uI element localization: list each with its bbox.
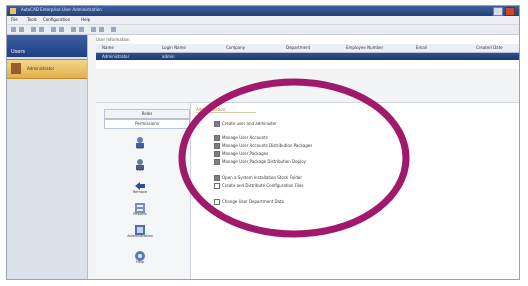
- tool-label: Administration: [127, 234, 153, 238]
- checkbox-box[interactable]: [214, 159, 220, 165]
- user-avatar-icon: [11, 63, 21, 74]
- user-grid: User Information Name Login Name Company…: [96, 35, 519, 69]
- toolbar-new-icon[interactable]: [31, 27, 36, 32]
- navigation-header: Users: [7, 35, 87, 57]
- checkbox-box[interactable]: [214, 143, 220, 149]
- permission-label: Change User Department Data: [222, 199, 285, 204]
- minimize-button[interactable]: [493, 7, 503, 16]
- navigation-pane: Users Administrator: [7, 35, 88, 279]
- menu-bar: File Tools Configuration Help: [7, 16, 519, 25]
- checkbox-box[interactable]: [214, 135, 220, 141]
- navigation-title: Users: [11, 49, 26, 55]
- title-divider: [196, 112, 256, 113]
- tab-roles[interactable]: Roles: [104, 109, 190, 119]
- close-button[interactable]: [505, 7, 515, 16]
- menu-configuration[interactable]: Configuration: [43, 17, 70, 22]
- checkbox-box[interactable]: [214, 121, 220, 127]
- tool-label: Edit: [136, 168, 144, 172]
- permission-label: Create and Distribute Configuration File…: [222, 183, 304, 188]
- administration-tool[interactable]: Administration: [127, 221, 153, 240]
- checkbox-box[interactable]: [214, 151, 220, 157]
- toolbar-find-icon[interactable]: [79, 27, 84, 32]
- table-cell: Administrator: [102, 54, 130, 59]
- grid-header: Name Login Name Company Department Emplo…: [96, 44, 519, 53]
- toolbar-refresh-icon[interactable]: [71, 27, 76, 32]
- tool-label: Help: [136, 260, 144, 264]
- tab-permissions-label: Permissions: [135, 121, 159, 126]
- edit-tool[interactable]: Edit: [134, 155, 146, 174]
- toolbar: [7, 25, 519, 35]
- table-cell: admin: [162, 54, 175, 59]
- toolbar-save-icon[interactable]: [51, 27, 56, 32]
- toolbar-open-icon[interactable]: [39, 27, 44, 32]
- help-tool[interactable]: Help: [134, 247, 146, 266]
- toolbar-options-icon[interactable]: [99, 27, 104, 32]
- permission-label: Create user and administer: [222, 121, 277, 126]
- screenshot: AutoCAD Enterprise User Administration F…: [0, 0, 528, 286]
- app-icon: [10, 8, 16, 14]
- grid-title: User Information: [96, 37, 130, 42]
- tool-label: Remove: [132, 190, 148, 194]
- column-header[interactable]: Name: [102, 45, 114, 50]
- tool-label: Add: [136, 146, 144, 150]
- column-header[interactable]: Login Name: [162, 45, 186, 50]
- menu-file[interactable]: File: [11, 17, 18, 22]
- tool-label: Reports: [133, 212, 147, 216]
- column-header[interactable]: Email: [416, 45, 427, 50]
- add-tool[interactable]: Add: [134, 133, 146, 152]
- checkbox-box[interactable]: [214, 183, 220, 189]
- selected-user-item[interactable]: Administrator: [7, 59, 87, 79]
- menu-help[interactable]: Help: [81, 17, 90, 22]
- detail-pane: Roles Permissions Add Edit Remove Report…: [96, 102, 519, 279]
- toolbar-print-icon[interactable]: [91, 27, 96, 32]
- column-header[interactable]: Created Date: [476, 45, 503, 50]
- permission-label: Manage User Packages: [222, 151, 269, 156]
- table-row[interactable]: Administrator admin: [96, 53, 519, 60]
- permission-label: Manage User Accounts Distribution Packag…: [222, 143, 313, 148]
- toolbar-help-icon[interactable]: [111, 27, 116, 32]
- toolbar-forward-icon[interactable]: [19, 27, 24, 32]
- toolbar-delete-icon[interactable]: [59, 27, 64, 32]
- column-header[interactable]: Department: [286, 45, 310, 50]
- column-header[interactable]: Employee Number: [346, 45, 383, 50]
- app-window: AutoCAD Enterprise User Administration F…: [6, 5, 520, 280]
- title-bar: AutoCAD Enterprise User Administration: [7, 6, 519, 16]
- permission-label: Manage User Package Distribution Deploy: [222, 159, 307, 164]
- toolbar-back-icon[interactable]: [11, 27, 16, 32]
- permission-label: Manage User Accounts: [222, 135, 268, 140]
- permission-label: Open a System Installation Stock Folder: [222, 175, 302, 180]
- checkbox-box[interactable]: [214, 175, 220, 181]
- tab-column: Roles Permissions Add Edit Remove Report…: [96, 103, 191, 279]
- tab-permissions[interactable]: Permissions: [104, 119, 190, 129]
- tab-roles-label: Roles: [141, 111, 153, 116]
- menu-tools[interactable]: Tools: [27, 17, 37, 22]
- reports-tool[interactable]: Reports: [133, 199, 147, 218]
- window-title: AutoCAD Enterprise User Administration: [21, 7, 102, 12]
- remove-tool[interactable]: Remove: [133, 177, 147, 196]
- selected-user-label: Administrator: [27, 66, 55, 71]
- checkbox-box[interactable]: [214, 199, 220, 205]
- column-header[interactable]: Company: [226, 45, 245, 50]
